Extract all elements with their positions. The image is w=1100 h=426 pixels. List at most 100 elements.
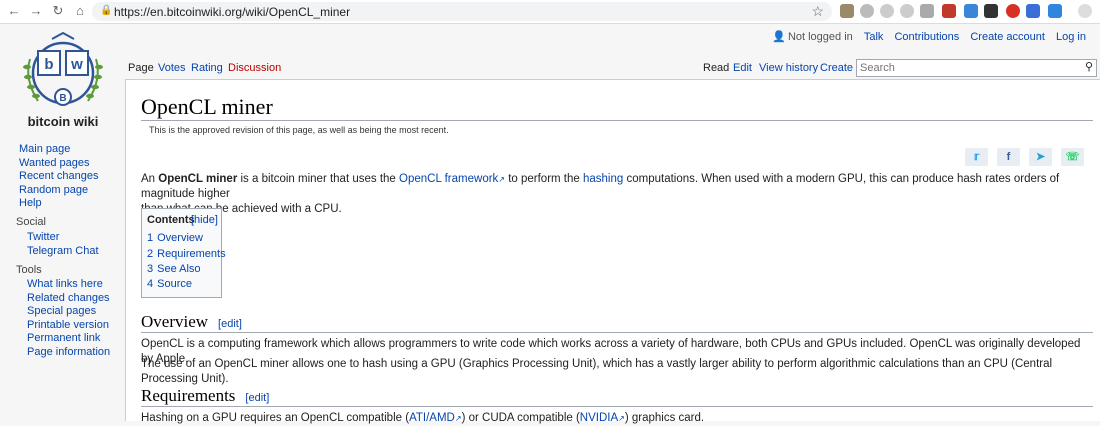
toc-item-requirements[interactable]: 2 Requirements — [147, 247, 226, 261]
toc-label: See Also — [157, 263, 201, 275]
intro-text: to perform the — [505, 173, 583, 185]
sidebar-item-random-page[interactable]: Random page — [19, 184, 99, 198]
sidebar-tools: What links here Related changes Special … — [27, 278, 110, 359]
ati-amd-link[interactable]: ATI/AMD — [409, 412, 455, 424]
extension-image-icon[interactable] — [840, 4, 854, 18]
extension-badge-icon[interactable] — [1006, 4, 1020, 18]
tab-votes[interactable]: Votes — [158, 62, 186, 74]
whatsapp-share-icon[interactable]: ☏ — [1061, 148, 1084, 166]
toc-item-overview[interactable]: 1 Overview — [147, 231, 203, 245]
lock-icon: 🔒 — [100, 5, 113, 16]
search-icon[interactable]: ⚲ — [1085, 60, 1093, 73]
extension-pdf-icon[interactable] — [942, 4, 956, 18]
back-arrow-icon[interactable]: ← — [6, 3, 22, 19]
external-link-icon: ↗ — [498, 175, 505, 184]
toc-item-source[interactable]: 4 Source — [147, 277, 192, 291]
telegram-share-icon[interactable]: ➤ — [1029, 148, 1052, 166]
title-divider — [141, 120, 1093, 121]
external-link-icon: ↗ — [454, 414, 462, 423]
profile-avatar-icon[interactable] — [1078, 4, 1092, 18]
toc-label: Source — [157, 278, 192, 290]
contributions-link[interactable]: Contributions — [894, 31, 959, 43]
home-icon[interactable]: ⌂ — [72, 3, 88, 19]
tab-page[interactable]: Page — [128, 62, 154, 74]
sidebar-item-twitter[interactable]: Twitter — [27, 231, 99, 245]
twitter-share-icon[interactable]: 𝕣 — [965, 148, 988, 166]
sidebar-heading-social: Social — [16, 216, 46, 228]
extension-puzzle-icon[interactable] — [920, 4, 934, 18]
opencl-framework-link[interactable]: OpenCL framework — [399, 173, 498, 185]
sidebar-item-help[interactable]: Help — [19, 197, 99, 211]
sidebar-item-permanent-link[interactable]: Permanent link — [27, 332, 110, 346]
search-box: ⚲ — [856, 59, 1097, 77]
external-link-icon: ↗ — [618, 414, 625, 423]
address-bar[interactable]: 🔒 https://en.bitcoinwiki.org/wiki/OpenCL… — [92, 2, 832, 21]
toc-number: 3 — [147, 263, 154, 275]
talk-link[interactable]: Talk — [864, 31, 884, 43]
toc-title: Contents — [147, 214, 195, 226]
sidebar-item-recent-changes[interactable]: Recent changes — [19, 170, 99, 184]
tab-discussion[interactable]: Discussion — [228, 62, 281, 74]
intro-paragraph: An OpenCL miner is a bitcoin miner that … — [141, 172, 1091, 217]
extension-save-icon[interactable] — [1026, 4, 1040, 18]
overview-paragraph-2: The use of an OpenCL miner allows one to… — [141, 358, 1053, 385]
intro-bold-term: OpenCL miner — [158, 173, 238, 185]
sidebar-item-printable-version[interactable]: Printable version — [27, 319, 110, 333]
section-heading-requirements: Requirements [edit] — [141, 386, 269, 406]
extension-circle-icon[interactable] — [900, 4, 914, 18]
forward-arrow-icon[interactable]: → — [28, 3, 44, 19]
toc-number: 4 — [147, 278, 154, 290]
toc-hide-link[interactable]: [hide] — [191, 214, 218, 226]
intro-text: An — [141, 173, 159, 185]
tab-read[interactable]: Read — [703, 62, 729, 74]
sidebar-item-related-changes[interactable]: Related changes — [27, 292, 110, 306]
edit-link[interactable]: [edit] — [245, 392, 269, 404]
tab-create[interactable]: Create — [820, 62, 853, 74]
logo-letter-b: b — [44, 56, 53, 73]
facebook-share-icon[interactable]: f — [997, 148, 1020, 166]
search-input[interactable] — [857, 60, 1073, 76]
table-of-contents: Contents [hide] 1 Overview 2 Requirements … — [141, 208, 226, 298]
site-logo[interactable]: b w B — [18, 29, 108, 121]
extension-layers-icon[interactable] — [984, 4, 998, 18]
section-heading-overview: Overview [edit] — [141, 312, 242, 332]
user-icon: 👤 — [772, 31, 786, 43]
edit-link[interactable]: [edit] — [218, 318, 242, 330]
url-text[interactable]: https://en.bitcoinwiki.org/wiki/OpenCL_m… — [114, 5, 350, 19]
create-account-link[interactable]: Create account — [970, 31, 1045, 43]
sidebar-item-main-page[interactable]: Main page — [19, 143, 99, 157]
edit-section-link: [edit] — [218, 318, 242, 330]
extension-circle-icon[interactable] — [860, 4, 874, 18]
tab-rating[interactable]: Rating — [191, 62, 223, 74]
reload-icon[interactable]: ↻ — [50, 3, 66, 19]
article-content: OpenCL miner This is the approved revisi… — [125, 79, 1100, 424]
sidebar-item-what-links-here[interactable]: What links here — [27, 278, 110, 292]
toc-item-see-also[interactable]: 3 See Also — [147, 262, 201, 276]
tab-view-history[interactable]: View history — [759, 62, 818, 74]
section-divider — [141, 332, 1093, 333]
sidebar-item-telegram-chat[interactable]: Telegram Chat — [27, 245, 99, 259]
site-name[interactable]: bitcoin wiki — [20, 114, 106, 129]
page-title: OpenCL miner — [141, 94, 273, 119]
section-title: Requirements — [141, 386, 236, 405]
nvidia-link[interactable]: NVIDIA — [580, 412, 618, 424]
toc-number: 2 — [147, 248, 154, 260]
req-text: ) or CUDA compatible ( — [461, 412, 580, 424]
extension-translate-icon[interactable] — [1048, 4, 1062, 18]
extension-circle-icon[interactable] — [880, 4, 894, 18]
hashing-link[interactable]: hashing — [583, 173, 623, 185]
logo-letter-w: w — [70, 56, 83, 73]
req-text: Hashing on a GPU requires an OpenCL comp… — [141, 412, 410, 424]
sidebar-item-wanted-pages[interactable]: Wanted pages — [19, 157, 99, 171]
browser-toolbar: ← → ↻ ⌂ 🔒 https://en.bitcoinwiki.org/wik… — [0, 0, 1100, 24]
toc-number: 1 — [147, 232, 154, 244]
extension-screenshot-icon[interactable] — [964, 4, 978, 18]
intro-text: is a bitcoin miner that uses the — [237, 173, 400, 185]
tab-edit[interactable]: Edit — [733, 62, 752, 74]
sidebar-item-special-pages[interactable]: Special pages — [27, 305, 110, 319]
login-link[interactable]: Log in — [1056, 31, 1086, 43]
bookmark-star-icon[interactable]: ☆ — [811, 3, 824, 20]
req-text: ) graphics card. — [624, 412, 705, 424]
personal-tools: 👤 Not logged in Talk Contributions Create… — [772, 30, 1086, 43]
sidebar-item-page-information[interactable]: Page information — [27, 346, 110, 360]
